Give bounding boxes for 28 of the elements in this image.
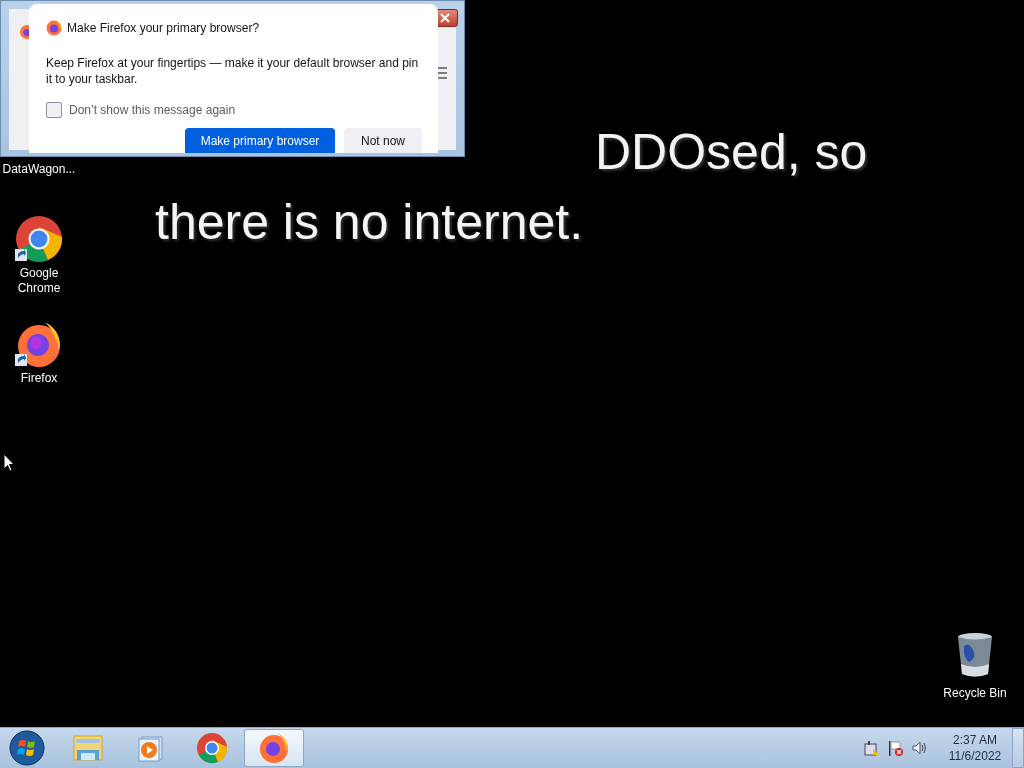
firefox-task-button[interactable] [244, 729, 304, 767]
firefox-icon [258, 732, 290, 764]
icon-label[interactable]: Recycle Bin [943, 686, 1007, 701]
clock-date[interactable]: 11/6/2022 [948, 748, 1002, 764]
checkbox[interactable] [46, 102, 62, 118]
firefox-icon[interactable] [15, 320, 63, 368]
chrome-icon [196, 732, 228, 764]
icon-label[interactable]: Google Chrome [1, 266, 77, 296]
flag-icon[interactable] [888, 740, 904, 756]
dialog-message: Keep Firefox at your fingertips — make it your default browser and pin it to your taskbar. [46, 55, 420, 87]
network-icon[interactable] [864, 740, 880, 756]
recycle-bin-icon[interactable] [955, 632, 995, 678]
secondary-button[interactable]: Not now [344, 128, 422, 153]
firefox-icon [46, 20, 62, 36]
close-icon [440, 13, 450, 23]
folder-icon [72, 733, 104, 763]
wallpaper-text: there is no internet. [155, 194, 584, 250]
speaker-icon[interactable] [912, 740, 928, 756]
primary-button[interactable]: Make primary browser [185, 128, 335, 153]
mouse-pointer-icon [3, 453, 15, 472]
wallpaper-text: DDOsed, so [595, 124, 868, 180]
clock-time[interactable]: 2:37 AM [953, 732, 997, 748]
icon-label[interactable]: DataWagon... [2, 162, 76, 177]
checkbox-label[interactable]: Don’t show this message again [69, 103, 236, 117]
dialog-title: Make Firefox your primary browser? [67, 21, 260, 35]
icon-label[interactable]: Firefox [20, 371, 58, 386]
media-player-icon [136, 734, 164, 762]
chrome-icon[interactable] [15, 215, 63, 263]
